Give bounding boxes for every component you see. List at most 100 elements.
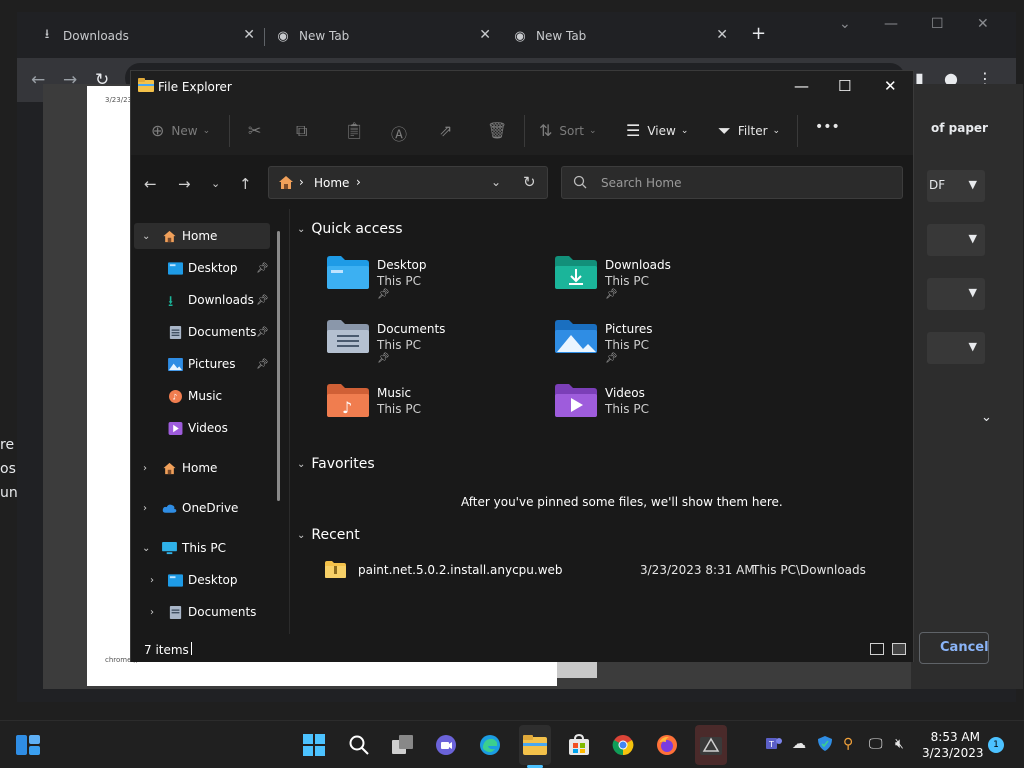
paint-net-icon[interactable]: [697, 731, 725, 759]
up-arrow-icon[interactable]: ↑: [239, 175, 252, 193]
cut-button[interactable]: ✂: [248, 121, 268, 140]
refresh-icon[interactable]: ↻: [523, 173, 536, 191]
nav-item-pc-documents[interactable]: › Documents: [134, 599, 270, 625]
maximize-icon[interactable]: ☐: [931, 16, 944, 32]
search-icon[interactable]: [345, 731, 373, 759]
address-bar[interactable]: › Home › ⌄ ↻: [268, 166, 548, 199]
teams-chat-icon[interactable]: [432, 731, 460, 759]
details-view-icon[interactable]: [870, 643, 884, 655]
filter-button[interactable]: ⏷ Filter ⌄: [718, 121, 780, 141]
network-icon[interactable]: 🖵︎: [869, 736, 883, 752]
chevron-down-icon: ⌄: [589, 125, 597, 136]
nav-item-home-root[interactable]: › Home: [134, 455, 270, 481]
breadcrumb-chevron-icon[interactable]: ›: [356, 175, 361, 189]
breadcrumb-home[interactable]: Home: [314, 176, 349, 190]
nav-label: Documents: [188, 325, 257, 339]
close-icon[interactable]: ✕: [716, 27, 728, 43]
start-windows-icon[interactable]: [300, 731, 328, 759]
nav-item-videos[interactable]: Videos: [134, 415, 270, 441]
recent-locations-chevron-icon[interactable]: ⌄: [211, 177, 220, 190]
command-separator: [524, 115, 525, 147]
see-more-button[interactable]: •••: [815, 119, 840, 135]
quick-access-documents[interactable]: Documents This PC 📌︎: [327, 317, 527, 367]
tab-new-tab-1[interactable]: ◉ New Tab ✕: [275, 22, 491, 50]
file-explorer-taskbar-icon[interactable]: [521, 731, 549, 759]
preview-scrollbar[interactable]: [557, 662, 597, 678]
recent-header[interactable]: ⌄ Recent: [297, 527, 360, 543]
chrome-icon[interactable]: [609, 731, 637, 759]
paste-button[interactable]: 📋︎: [344, 121, 371, 140]
section-label: Favorites: [311, 456, 375, 472]
pages-select[interactable]: ▼: [927, 224, 985, 256]
quick-access-videos[interactable]: Videos This PC: [555, 381, 755, 431]
panel-heading: of paper: [931, 121, 988, 135]
volume-muted-icon[interactable]: 🔇︎: [895, 736, 904, 752]
address-dropdown-chevron-icon[interactable]: ⌄: [491, 175, 501, 189]
nav-item-music[interactable]: ♪ Music: [134, 383, 270, 409]
system-clock[interactable]: 8:53 AM 3/23/2023: [922, 729, 984, 761]
defender-shield-icon[interactable]: [818, 736, 832, 755]
copy-button[interactable]: ⧉: [296, 121, 314, 141]
view-label: View: [647, 123, 676, 138]
delete-button[interactable]: 🗑︎: [487, 121, 514, 140]
widgets-icon[interactable]: [14, 731, 42, 759]
nav-item-pc-desktop[interactable]: › Desktop: [134, 567, 270, 593]
background-text-2: os: [0, 461, 16, 477]
quick-access-music[interactable]: ♪ Music This PC: [327, 381, 527, 431]
teams-tray-icon[interactable]: T: [766, 736, 782, 755]
chevron-down-icon: ▼: [968, 286, 977, 299]
maximize-icon[interactable]: ☐: [838, 77, 851, 95]
minimize-icon[interactable]: —: [884, 16, 898, 32]
onedrive-offline-icon[interactable]: ☁: [792, 736, 806, 752]
close-window-icon[interactable]: ✕: [977, 16, 989, 32]
nav-item-desktop[interactable]: Desktop 📌︎: [134, 255, 270, 281]
quick-access-header[interactable]: ⌄ Quick access: [297, 221, 403, 237]
color-select[interactable]: ▼: [927, 332, 985, 364]
chevron-down-icon: ⌄: [142, 230, 151, 242]
tab-search-chevron-icon[interactable]: ⌄: [839, 16, 851, 32]
notification-badge[interactable]: 1: [988, 737, 1004, 753]
view-button[interactable]: ☰ View ⌄: [626, 121, 688, 140]
share-button[interactable]: ⇗: [439, 121, 459, 140]
list-item[interactable]: paint.net.5.0.2.install.anycpu.web 3/23/…: [325, 559, 885, 581]
firefox-icon[interactable]: [653, 731, 681, 759]
search-box[interactable]: Search Home: [561, 166, 903, 199]
sort-button[interactable]: ⇅ Sort ⌄: [539, 121, 597, 140]
destination-select[interactable]: DF ▼: [927, 170, 985, 202]
layout-select[interactable]: ▼: [927, 278, 985, 310]
tiles-view-icon[interactable]: [892, 643, 906, 655]
nav-item-this-pc[interactable]: ⌄ This PC: [134, 535, 270, 561]
edge-icon[interactable]: [476, 731, 504, 759]
quick-access-downloads[interactable]: Downloads This PC 📌︎: [555, 253, 755, 303]
search-everything-icon[interactable]: ⚲: [843, 736, 853, 752]
nav-item-pictures[interactable]: Pictures 📌︎: [134, 351, 270, 377]
tab-downloads[interactable]: ⭳ Downloads ✕: [39, 22, 255, 50]
nav-item-home[interactable]: ⌄ Home: [134, 223, 270, 249]
task-view-icon[interactable]: [389, 731, 417, 759]
nav-pane-scrollbar[interactable]: [277, 231, 280, 501]
svg-text:T: T: [768, 740, 774, 749]
sort-label: Sort: [559, 123, 585, 138]
tab-new-tab-2[interactable]: ◉ New Tab ✕: [512, 22, 728, 50]
forward-arrow-icon[interactable]: →: [178, 175, 191, 193]
favorites-header[interactable]: ⌄ Favorites: [297, 456, 375, 472]
cancel-button[interactable]: Cancel: [919, 632, 989, 664]
pane-divider[interactable]: [289, 209, 290, 634]
close-window-icon[interactable]: ✕: [884, 77, 897, 95]
quick-access-pictures[interactable]: Pictures This PC 📌︎: [555, 317, 755, 367]
nav-item-downloads[interactable]: ⭳ Downloads 📌︎: [134, 287, 270, 313]
new-tab-button[interactable]: +: [751, 23, 766, 44]
back-arrow-icon[interactable]: ←: [144, 175, 157, 193]
quick-access-desktop[interactable]: Desktop This PC 📌︎: [327, 253, 527, 303]
rename-button[interactable]: Ⓐ: [391, 121, 414, 145]
new-button[interactable]: ⊕ New ⌄: [151, 121, 210, 140]
close-icon[interactable]: ✕: [479, 27, 491, 43]
nav-item-onedrive[interactable]: › OneDrive: [134, 495, 270, 521]
store-icon[interactable]: [565, 731, 593, 759]
more-settings-chevron-icon[interactable]: ⌄: [981, 410, 992, 425]
clipboard-icon: 📋︎: [344, 121, 365, 140]
chevron-right-icon: ›: [150, 574, 154, 586]
nav-item-documents[interactable]: Documents 📌︎: [134, 319, 270, 345]
minimize-icon[interactable]: —: [794, 77, 809, 95]
close-icon[interactable]: ✕: [243, 27, 255, 43]
